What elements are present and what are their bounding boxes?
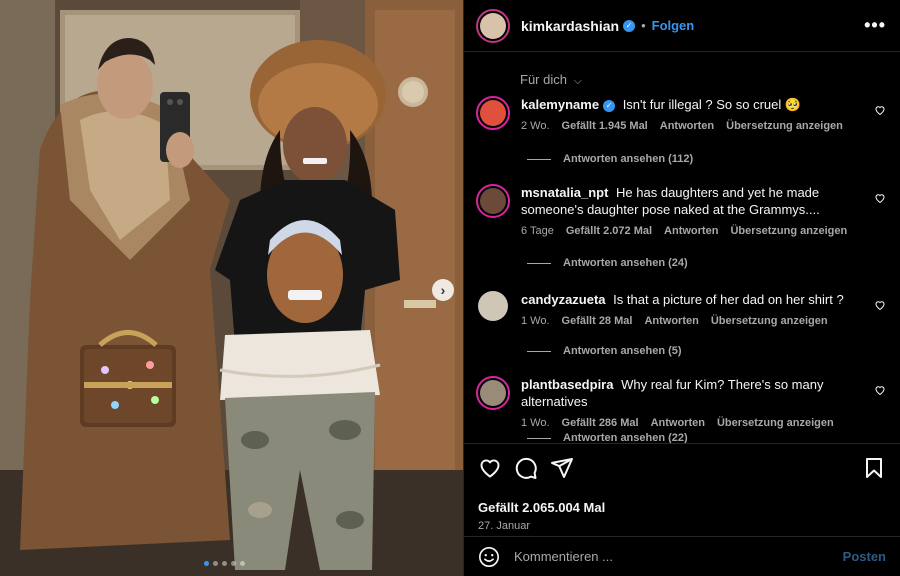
post-likes-count[interactable]: Gefällt 2.065.004 Mal: [478, 500, 886, 515]
carousel-dot: [213, 561, 218, 566]
comment-filter-label: Für dich: [520, 72, 567, 87]
post-date[interactable]: 27. Januar: [478, 520, 886, 532]
comment-text: candyzazueta Is that a picture of her da…: [521, 292, 844, 307]
carousel-dot-active: [204, 561, 209, 566]
carousel-dot: [231, 561, 236, 566]
comment-likes[interactable]: Gefällt 286 Mal: [562, 417, 639, 429]
commenter-avatar[interactable]: [478, 291, 508, 321]
follow-button[interactable]: Folgen: [652, 18, 695, 33]
separator-dot: •: [641, 18, 646, 33]
author-avatar[interactable]: [476, 8, 510, 43]
view-replies-button[interactable]: Antworten ansehen (24): [527, 257, 688, 269]
comment-meta: 2 Wo. Gefällt 1.945 Mal Antworten Überse…: [521, 120, 862, 132]
commenter-avatar[interactable]: [476, 184, 510, 218]
comments-list[interactable]: Für dich ⌵ kalemyname ✓ Isn't fur illegal…: [464, 52, 900, 443]
reply-button[interactable]: Antworten: [660, 120, 714, 132]
comment-likes[interactable]: Gefällt 1.945 Mal: [562, 120, 648, 132]
post-actions: Gefällt 2.065.004 Mal 27. Januar: [464, 443, 900, 532]
comment-text: kalemyname ✓ Isn't fur illegal ? So so cr…: [521, 97, 802, 112]
comment-item: candyzazueta Is that a picture of her da…: [476, 291, 886, 327]
commenter-avatar[interactable]: [476, 376, 510, 410]
reply-button[interactable]: Antworten: [651, 417, 705, 429]
carousel-dot: [222, 561, 227, 566]
comment-meta: 1 Wo. Gefällt 28 Mal Antworten Übersetzu…: [521, 315, 862, 327]
post-comment-button[interactable]: Posten: [843, 549, 886, 564]
comment-input[interactable]: [514, 549, 843, 564]
replies-divider: [527, 437, 551, 439]
comment-composer: Posten: [464, 536, 900, 576]
comment-meta: 1 Wo. Gefällt 286 Mal Antworten Übersetz…: [521, 417, 862, 429]
post-media[interactable]: ›: [0, 0, 463, 576]
action-icons-row: [478, 456, 886, 480]
chevron-down-icon: ⌵: [573, 75, 582, 87]
verified-badge-icon: ✓: [603, 100, 616, 112]
view-replies-button[interactable]: Antworten ansehen (112): [527, 153, 693, 165]
translate-button[interactable]: Übersetzung anzeigen: [726, 120, 843, 132]
post-sidebar: kimkardashian ✓ • Folgen ••• Für dich ⌵ …: [463, 0, 900, 576]
comment-heart-icon[interactable]: [874, 384, 886, 396]
carousel-indicator: [204, 561, 245, 566]
emoji-icon[interactable]: [478, 546, 500, 568]
comment-heart-icon[interactable]: [874, 104, 886, 116]
carousel-dot: [240, 561, 245, 566]
view-replies-button[interactable]: Antworten ansehen (22): [527, 432, 688, 443]
comment-likes[interactable]: Gefällt 2.072 Mal: [566, 225, 652, 237]
comment-text: plantbasedpira Why real fur Kim? There's…: [521, 377, 824, 409]
commenter-avatar[interactable]: [476, 96, 510, 130]
commenter-username[interactable]: msnatalia_npt: [521, 185, 608, 200]
commenter-username[interactable]: plantbasedpira: [521, 377, 613, 392]
comment-meta: 6 Tage Gefällt 2.072 Mal Antworten Übers…: [521, 225, 862, 237]
heart-icon[interactable]: [478, 456, 502, 480]
translate-button[interactable]: Übersetzung anzeigen: [711, 315, 828, 327]
reply-button[interactable]: Antworten: [664, 225, 718, 237]
comment-filter-dropdown[interactable]: Für dich ⌵: [520, 72, 886, 88]
carousel-next-button[interactable]: ›: [432, 279, 454, 301]
comment-time: 2 Wo.: [521, 120, 550, 132]
translate-button[interactable]: Übersetzung anzeigen: [717, 417, 834, 429]
author-username[interactable]: kimkardashian: [521, 18, 619, 34]
commenter-username[interactable]: kalemyname ✓: [521, 97, 616, 112]
comment-time: 6 Tage: [521, 225, 554, 237]
comment-time: 1 Wo.: [521, 315, 550, 327]
comment-heart-icon[interactable]: [874, 299, 886, 311]
comment-time: 1 Wo.: [521, 417, 550, 429]
view-replies-button[interactable]: Antworten ansehen (5): [527, 345, 682, 357]
comment-item: msnatalia_npt He has daughters and yet h…: [476, 184, 886, 237]
replies-divider: [527, 262, 551, 264]
verified-badge-icon: ✓: [623, 19, 636, 32]
share-icon[interactable]: [550, 456, 574, 480]
comment-item: plantbasedpira Why real fur Kim? There's…: [476, 376, 886, 429]
commenter-username[interactable]: candyzazueta: [521, 292, 606, 307]
bookmark-icon[interactable]: [862, 456, 886, 480]
post-photo: [0, 0, 463, 576]
replies-divider: [527, 158, 551, 160]
comment-text: msnatalia_npt He has daughters and yet h…: [521, 185, 820, 217]
comment-item: kalemyname ✓ Isn't fur illegal ? So so cr…: [476, 96, 886, 132]
comment-heart-icon[interactable]: [874, 192, 886, 204]
post-header: kimkardashian ✓ • Folgen •••: [464, 0, 900, 52]
replies-divider: [527, 350, 551, 352]
more-options-icon[interactable]: •••: [864, 15, 886, 36]
comment-likes[interactable]: Gefällt 28 Mal: [562, 315, 633, 327]
reply-button[interactable]: Antworten: [644, 315, 698, 327]
translate-button[interactable]: Übersetzung anzeigen: [730, 225, 847, 237]
comment-icon[interactable]: [514, 456, 538, 480]
